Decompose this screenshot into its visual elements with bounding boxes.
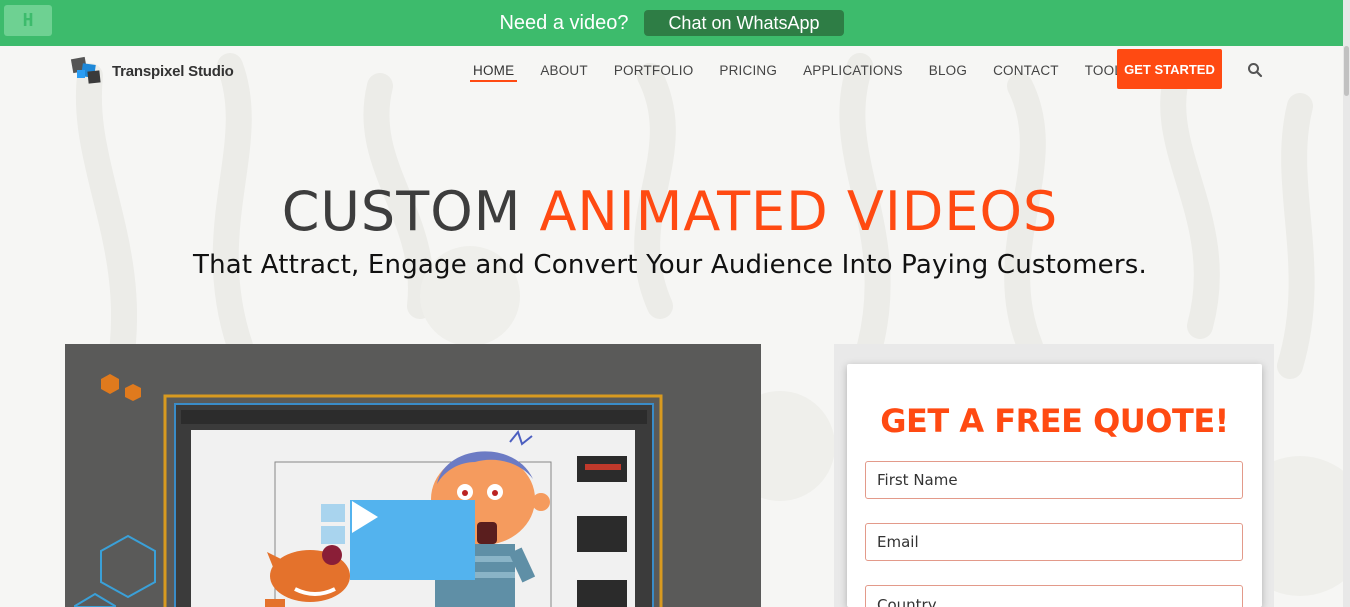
play-button[interactable]	[350, 500, 475, 580]
nav-portfolio[interactable]: PORTFOLIO	[614, 46, 694, 94]
quote-title: GET A FREE QUOTE!	[880, 402, 1229, 440]
get-started-button[interactable]: GET STARTED	[1117, 49, 1222, 89]
site-header: Transpixel Studio HOME ABOUT PORTFOLIO P…	[0, 46, 1343, 94]
brand-name: Transpixel Studio	[112, 62, 234, 80]
hero-title-accent: ANIMATED VIDEOS	[539, 180, 1059, 243]
email-field[interactable]: Email	[865, 523, 1243, 561]
search-icon[interactable]	[1247, 62, 1263, 78]
whatsapp-bar: H Need a video? Chat on WhatsApp	[0, 0, 1343, 46]
main-nav: HOME ABOUT PORTFOLIO PRICING APPLICATION…	[460, 46, 1144, 94]
nav-about[interactable]: ABOUT	[540, 46, 588, 94]
hero-title: CUSTOM ANIMATED VIDEOS	[0, 180, 1340, 243]
corner-logo-icon[interactable]: H	[4, 5, 52, 36]
nav-blog[interactable]: BLOG	[929, 46, 967, 94]
scrollbar-thumb[interactable]	[1344, 46, 1349, 96]
video-player[interactable]	[65, 344, 761, 607]
first-name-field[interactable]: First Name	[865, 461, 1243, 499]
need-video-text: Need a video?	[499, 11, 629, 34]
nav-home[interactable]: HOME	[469, 46, 518, 94]
hero-title-dark: CUSTOM	[281, 180, 522, 243]
country-field[interactable]: Country	[865, 585, 1243, 607]
nav-pricing[interactable]: PRICING	[719, 46, 777, 94]
brand-logo[interactable]: Transpixel Studio	[70, 56, 234, 86]
hero-subtitle: That Attract, Engage and Convert Your Au…	[193, 250, 1147, 280]
play-icon	[352, 501, 378, 533]
quote-form: GET A FREE QUOTE! First Name Email Count…	[847, 364, 1262, 607]
whatsapp-chat-button[interactable]: Chat on WhatsApp	[644, 10, 844, 36]
scrollbar[interactable]	[1343, 0, 1350, 607]
nav-applications[interactable]: APPLICATIONS	[803, 46, 903, 94]
logo-mark-icon	[70, 56, 110, 86]
nav-contact[interactable]: CONTACT	[993, 46, 1059, 94]
